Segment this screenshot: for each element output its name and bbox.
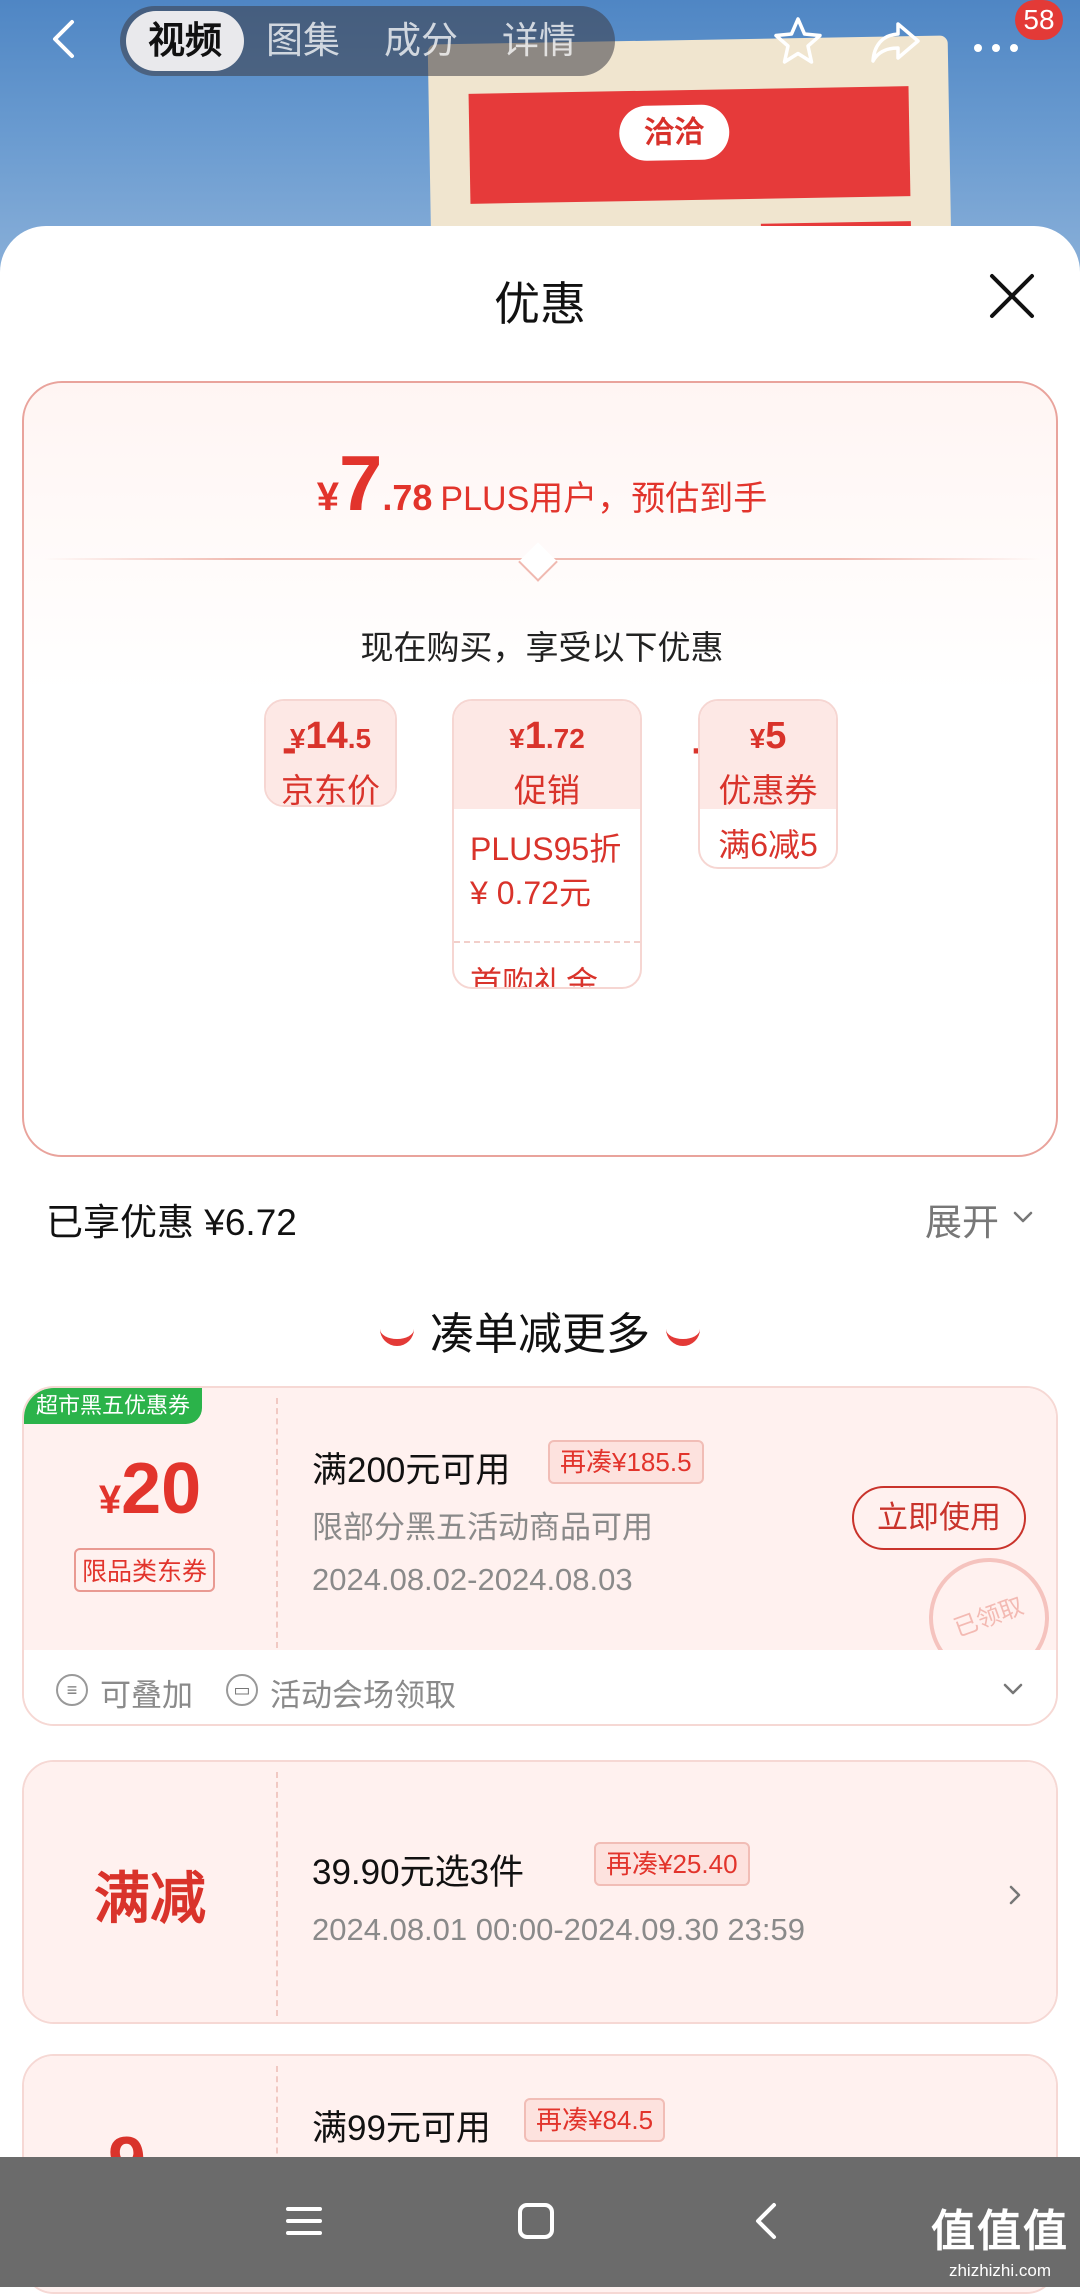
coupon-amount: ¥5 [749, 715, 787, 757]
price-decimal: .78 [382, 477, 433, 518]
coupon-date: 2024.08.02-2024.08.03 [312, 1562, 633, 1597]
promo-date: 2024.08.01 00:00-2024.09.30 23:59 [312, 1912, 806, 1947]
promo-item-gift: 首购礼金 1元 [454, 941, 640, 987]
more-dots-icon[interactable] [968, 20, 1024, 76]
source-label: 活动会场领取 [270, 1678, 456, 1713]
close-icon[interactable] [986, 270, 1038, 322]
promo-item-plus: PLUS95折 ¥ 0.72元 [470, 831, 622, 911]
chevron-down-icon[interactable] [1012, 1206, 1034, 1228]
use-now-button[interactable]: 立即使用 [852, 1486, 1026, 1550]
promo-box: ¥1.72 促销 PLUS95折 ¥ 0.72元 首购礼金 1元 [452, 699, 642, 989]
estimated-price: ¥7.78 PLUS用户，预估到手 [24, 438, 1060, 529]
category-tag: 限品类东券 [74, 1548, 216, 1592]
watermark-title: 值值值 [931, 2207, 1069, 2256]
promo-type-label: 满减 [94, 1867, 206, 1930]
promo-card[interactable]: 满减 39.90元选3件 再凑¥25.40 2024.08.01 00:00-2… [22, 1760, 1058, 2024]
stack-icon: ≡ [56, 1674, 88, 1706]
watermark: 值值值 zhizhizhi.com [925, 2195, 1075, 2281]
coupon-label: 优惠券 [718, 772, 818, 809]
chevron-down-icon[interactable] [1002, 1678, 1024, 1700]
tab-ingredients[interactable]: 成分 [362, 11, 480, 71]
coupon-body: 超市黑五优惠券 ¥20 限品类东券 满200元可用 再凑¥185.5 限部分黑五… [24, 1388, 1056, 1695]
top-bar: 视频 图集 成分 详情 58 [0, 0, 1080, 80]
price-integer: 7 [338, 439, 383, 527]
coupon-separator [276, 1772, 278, 2016]
smile-icon [380, 1328, 414, 1347]
watermark-site: zhizhizhi.com [948, 2261, 1052, 2280]
again-tag: 再凑¥84.5 [524, 2098, 666, 2142]
minus-sign: - [282, 723, 297, 772]
price-desc: PLUS用户，预估到手 [440, 480, 768, 518]
price-card: ¥7.78 PLUS用户，预估到手 现在购买，享受以下优惠 ¥14.5 京东价 -… [22, 381, 1058, 1157]
stackable-label: 可叠加 [100, 1678, 193, 1713]
tab-gallery[interactable]: 图集 [244, 11, 362, 71]
share-icon[interactable] [868, 14, 924, 70]
ticket-icon: ▭ [226, 1674, 258, 1706]
back-arrow-icon[interactable] [40, 14, 90, 64]
expand-link[interactable]: 展开 [925, 1192, 999, 1246]
brand-logo: 洽洽 [618, 104, 730, 162]
promo-amount: ¥1.72 [509, 715, 585, 757]
price-currency: ¥ [316, 475, 339, 519]
notification-badge: 58 [1015, 0, 1063, 40]
coupon-box: ¥5 优惠券 满6减5 [698, 699, 838, 869]
buy-now-text: 现在购买，享受以下优惠 [360, 629, 724, 666]
system-nav-bar [0, 2157, 1080, 2287]
promo-label: 促销 [514, 772, 580, 809]
again-tag: 再凑¥25.40 [594, 1842, 750, 1886]
media-tabs: 视频 图集 成分 详情 [120, 6, 615, 76]
coupon-card: 超市黑五优惠券 ¥20 限品类东券 满200元可用 再凑¥185.5 限部分黑五… [22, 1386, 1058, 1726]
coupon-footer: ≡ 可叠加 ▭ 活动会场领取 [24, 1650, 1056, 1724]
discount-title: 满99元可用 [312, 2109, 491, 2148]
again-tag: 再凑¥185.5 [548, 1440, 704, 1484]
coupon-item: 满6减5 [718, 827, 818, 863]
coupon-separator [276, 1398, 278, 1648]
star-icon[interactable] [770, 14, 826, 70]
chevron-right-icon[interactable] [1004, 1884, 1026, 1906]
coupon-value: ¥20 [98, 1449, 202, 1529]
coupon-desc: 限部分黑五活动商品可用 [312, 1510, 653, 1545]
divider-notch [518, 542, 558, 582]
coupon-title: 满200元可用 [312, 1451, 511, 1490]
sheet-title: 优惠 [494, 278, 586, 330]
tab-details[interactable]: 详情 [480, 11, 598, 71]
smile-icon [666, 1328, 700, 1347]
back-icon[interactable] [744, 2197, 792, 2245]
section-title: 凑单减更多 [0, 1298, 1080, 1362]
promo-body: 满减 39.90元选3件 再凑¥25.40 2024.08.01 00:00-2… [24, 1762, 1056, 2022]
menu-icon[interactable] [280, 2197, 328, 2245]
discount-sheet: 优惠 ¥7.78 PLUS用户，预估到手 现在购买，享受以下优惠 ¥14.5 京东… [0, 226, 1080, 2294]
coupon-tag: 超市黑五优惠券 [24, 1388, 203, 1424]
promo-title: 39.90元选3件 [312, 1853, 525, 1892]
enjoyed-discount: 已享优惠 ¥6.72 [46, 1202, 297, 1243]
home-icon[interactable] [512, 2197, 560, 2245]
tab-video[interactable]: 视频 [126, 11, 244, 71]
